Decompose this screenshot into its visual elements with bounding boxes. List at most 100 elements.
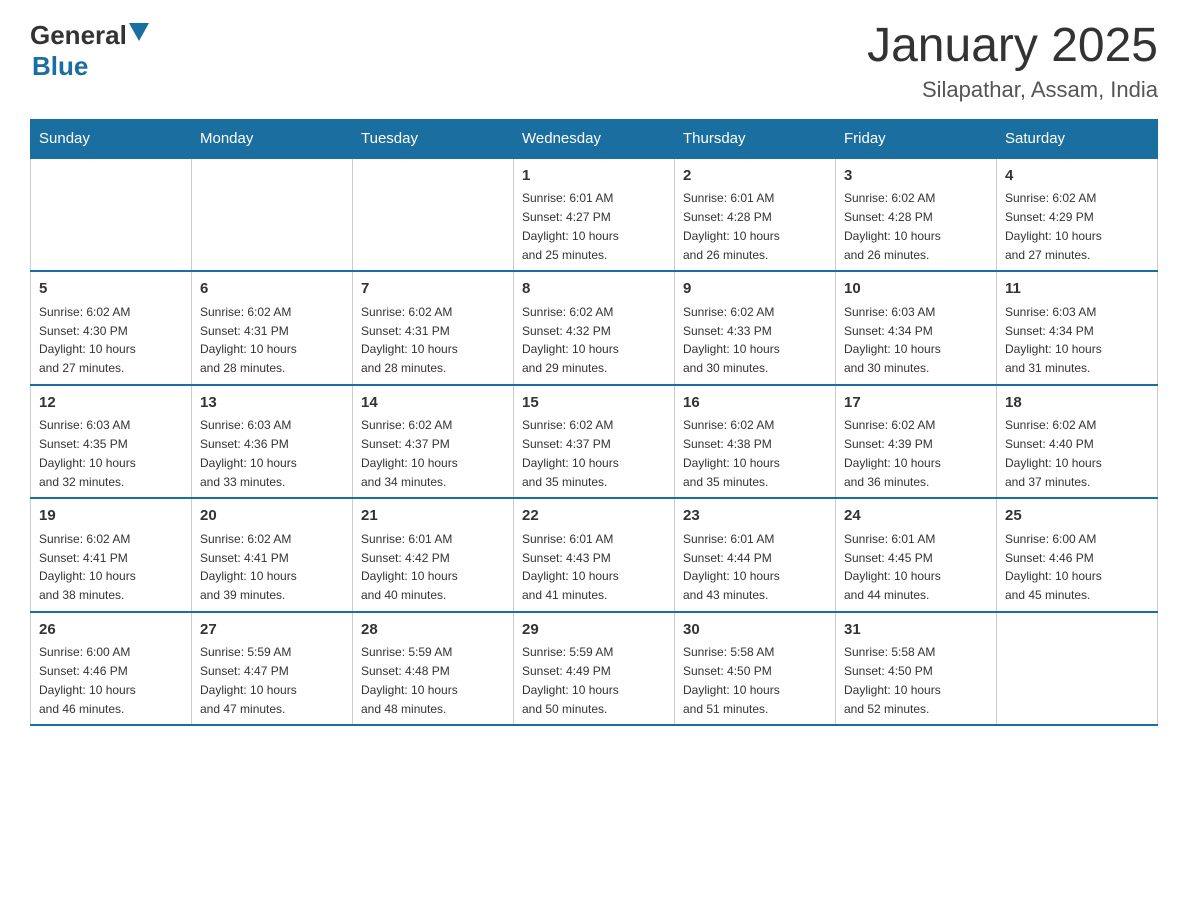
calendar-cell: 23 Sunrise: 6:01 AMSunset: 4:44 PMDayligh… bbox=[675, 498, 836, 612]
calendar-cell: 20 Sunrise: 6:02 AMSunset: 4:41 PMDayligh… bbox=[192, 498, 353, 612]
calendar-cell: 16Sunrise: 6:02 AMSunset: 4:38 PMDayligh… bbox=[675, 385, 836, 499]
calendar-cell: 30 Sunrise: 5:58 AMSunset: 4:50 PMDayligh… bbox=[675, 612, 836, 726]
day-info: Sunrise: 6:03 AMSunset: 4:34 PMDaylight:… bbox=[844, 305, 941, 375]
calendar-cell: 24 Sunrise: 6:01 AMSunset: 4:45 PMDayligh… bbox=[836, 498, 997, 612]
day-info: Sunrise: 6:01 AMSunset: 4:45 PMDaylight:… bbox=[844, 532, 941, 602]
calendar-cell: 6 Sunrise: 6:02 AMSunset: 4:31 PMDaylight… bbox=[192, 271, 353, 385]
day-number: 24 bbox=[844, 505, 988, 528]
day-info: Sunrise: 6:02 AMSunset: 4:37 PMDaylight:… bbox=[522, 418, 619, 488]
calendar-cell: 2Sunrise: 6:01 AMSunset: 4:28 PMDaylight… bbox=[675, 158, 836, 272]
day-info: Sunrise: 5:59 AMSunset: 4:48 PMDaylight:… bbox=[361, 645, 458, 715]
day-info: Sunrise: 6:03 AMSunset: 4:35 PMDaylight:… bbox=[39, 418, 136, 488]
day-number: 6 bbox=[200, 278, 344, 301]
day-info: Sunrise: 6:01 AMSunset: 4:44 PMDaylight:… bbox=[683, 532, 780, 602]
day-number: 19 bbox=[39, 505, 183, 528]
day-number: 11 bbox=[1005, 278, 1149, 301]
day-info: Sunrise: 6:03 AMSunset: 4:34 PMDaylight:… bbox=[1005, 305, 1102, 375]
calendar-cell: 28 Sunrise: 5:59 AMSunset: 4:48 PMDayligh… bbox=[353, 612, 514, 726]
calendar-header-row: SundayMondayTuesdayWednesdayThursdayFrid… bbox=[31, 119, 1158, 158]
day-info: Sunrise: 6:02 AMSunset: 4:31 PMDaylight:… bbox=[200, 305, 297, 375]
day-info: Sunrise: 6:02 AMSunset: 4:30 PMDaylight:… bbox=[39, 305, 136, 375]
day-number: 29 bbox=[522, 619, 666, 642]
day-info: Sunrise: 6:02 AMSunset: 4:41 PMDaylight:… bbox=[200, 532, 297, 602]
calendar-day-header: Thursday bbox=[675, 119, 836, 158]
calendar-cell: 7 Sunrise: 6:02 AMSunset: 4:31 PMDaylight… bbox=[353, 271, 514, 385]
calendar-cell: 25 Sunrise: 6:00 AMSunset: 4:46 PMDayligh… bbox=[997, 498, 1158, 612]
calendar-cell: 18 Sunrise: 6:02 AMSunset: 4:40 PMDayligh… bbox=[997, 385, 1158, 499]
calendar-title: January 2025 bbox=[867, 20, 1158, 73]
day-info: Sunrise: 6:03 AMSunset: 4:36 PMDaylight:… bbox=[200, 418, 297, 488]
calendar-cell: 10 Sunrise: 6:03 AMSunset: 4:34 PMDayligh… bbox=[836, 271, 997, 385]
day-info: Sunrise: 5:59 AMSunset: 4:47 PMDaylight:… bbox=[200, 645, 297, 715]
calendar-cell: 22 Sunrise: 6:01 AMSunset: 4:43 PMDayligh… bbox=[514, 498, 675, 612]
day-number: 2 bbox=[683, 165, 827, 188]
day-number: 20 bbox=[200, 505, 344, 528]
calendar-cell: 21Sunrise: 6:01 AMSunset: 4:42 PMDayligh… bbox=[353, 498, 514, 612]
day-info: Sunrise: 6:02 AMSunset: 4:29 PMDaylight:… bbox=[1005, 191, 1102, 261]
calendar-cell: 11 Sunrise: 6:03 AMSunset: 4:34 PMDayligh… bbox=[997, 271, 1158, 385]
calendar-cell: 9Sunrise: 6:02 AMSunset: 4:33 PMDaylight… bbox=[675, 271, 836, 385]
day-number: 15 bbox=[522, 392, 666, 415]
calendar-cell bbox=[353, 158, 514, 272]
day-info: Sunrise: 6:02 AMSunset: 4:38 PMDaylight:… bbox=[683, 418, 780, 488]
day-number: 14 bbox=[361, 392, 505, 415]
day-number: 18 bbox=[1005, 392, 1149, 415]
calendar-cell: 13 Sunrise: 6:03 AMSunset: 4:36 PMDayligh… bbox=[192, 385, 353, 499]
calendar-day-header: Monday bbox=[192, 119, 353, 158]
day-number: 13 bbox=[200, 392, 344, 415]
day-number: 10 bbox=[844, 278, 988, 301]
day-number: 27 bbox=[200, 619, 344, 642]
logo-general-text: General bbox=[30, 20, 127, 51]
day-number: 31 bbox=[844, 619, 988, 642]
day-number: 12 bbox=[39, 392, 183, 415]
day-info: Sunrise: 5:58 AMSunset: 4:50 PMDaylight:… bbox=[683, 645, 780, 715]
logo-triangle-icon bbox=[129, 23, 149, 41]
calendar-cell: 17 Sunrise: 6:02 AMSunset: 4:39 PMDayligh… bbox=[836, 385, 997, 499]
calendar-day-header: Saturday bbox=[997, 119, 1158, 158]
calendar-cell: 3 Sunrise: 6:02 AMSunset: 4:28 PMDaylight… bbox=[836, 158, 997, 272]
day-info: Sunrise: 6:02 AMSunset: 4:37 PMDaylight:… bbox=[361, 418, 458, 488]
day-number: 30 bbox=[683, 619, 827, 642]
day-number: 17 bbox=[844, 392, 988, 415]
day-number: 9 bbox=[683, 278, 827, 301]
calendar-cell: 15 Sunrise: 6:02 AMSunset: 4:37 PMDayligh… bbox=[514, 385, 675, 499]
day-number: 22 bbox=[522, 505, 666, 528]
day-info: Sunrise: 6:00 AMSunset: 4:46 PMDaylight:… bbox=[39, 645, 136, 715]
day-number: 28 bbox=[361, 619, 505, 642]
day-info: Sunrise: 6:02 AMSunset: 4:28 PMDaylight:… bbox=[844, 191, 941, 261]
calendar-cell: 26 Sunrise: 6:00 AMSunset: 4:46 PMDayligh… bbox=[31, 612, 192, 726]
calendar-cell: 27 Sunrise: 5:59 AMSunset: 4:47 PMDayligh… bbox=[192, 612, 353, 726]
calendar-cell: 19 Sunrise: 6:02 AMSunset: 4:41 PMDayligh… bbox=[31, 498, 192, 612]
calendar-table: SundayMondayTuesdayWednesdayThursdayFrid… bbox=[30, 119, 1158, 727]
calendar-cell: 12 Sunrise: 6:03 AMSunset: 4:35 PMDayligh… bbox=[31, 385, 192, 499]
day-info: Sunrise: 6:00 AMSunset: 4:46 PMDaylight:… bbox=[1005, 532, 1102, 602]
calendar-cell: 31Sunrise: 5:58 AMSunset: 4:50 PMDayligh… bbox=[836, 612, 997, 726]
calendar-week-row: 12 Sunrise: 6:03 AMSunset: 4:35 PMDayligh… bbox=[31, 385, 1158, 499]
day-info: Sunrise: 5:59 AMSunset: 4:49 PMDaylight:… bbox=[522, 645, 619, 715]
day-info: Sunrise: 6:02 AMSunset: 4:39 PMDaylight:… bbox=[844, 418, 941, 488]
day-number: 3 bbox=[844, 165, 988, 188]
day-number: 26 bbox=[39, 619, 183, 642]
calendar-day-header: Wednesday bbox=[514, 119, 675, 158]
calendar-title-block: January 2025 Silapathar, Assam, India bbox=[867, 20, 1158, 103]
day-info: Sunrise: 6:01 AMSunset: 4:27 PMDaylight:… bbox=[522, 191, 619, 261]
calendar-day-header: Sunday bbox=[31, 119, 192, 158]
calendar-cell bbox=[192, 158, 353, 272]
calendar-subtitle: Silapathar, Assam, India bbox=[867, 77, 1158, 103]
day-info: Sunrise: 6:02 AMSunset: 4:40 PMDaylight:… bbox=[1005, 418, 1102, 488]
day-info: Sunrise: 6:01 AMSunset: 4:43 PMDaylight:… bbox=[522, 532, 619, 602]
calendar-cell: 5Sunrise: 6:02 AMSunset: 4:30 PMDaylight… bbox=[31, 271, 192, 385]
calendar-week-row: 26 Sunrise: 6:00 AMSunset: 4:46 PMDayligh… bbox=[31, 612, 1158, 726]
calendar-cell: 4Sunrise: 6:02 AMSunset: 4:29 PMDaylight… bbox=[997, 158, 1158, 272]
calendar-week-row: 1 Sunrise: 6:01 AMSunset: 4:27 PMDaylight… bbox=[31, 158, 1158, 272]
calendar-week-row: 19 Sunrise: 6:02 AMSunset: 4:41 PMDayligh… bbox=[31, 498, 1158, 612]
day-info: Sunrise: 6:02 AMSunset: 4:31 PMDaylight:… bbox=[361, 305, 458, 375]
day-number: 1 bbox=[522, 165, 666, 188]
day-number: 23 bbox=[683, 505, 827, 528]
day-number: 7 bbox=[361, 278, 505, 301]
calendar-cell: 29 Sunrise: 5:59 AMSunset: 4:49 PMDayligh… bbox=[514, 612, 675, 726]
day-number: 25 bbox=[1005, 505, 1149, 528]
calendar-cell: 8Sunrise: 6:02 AMSunset: 4:32 PMDaylight… bbox=[514, 271, 675, 385]
calendar-day-header: Friday bbox=[836, 119, 997, 158]
day-info: Sunrise: 6:02 AMSunset: 4:41 PMDaylight:… bbox=[39, 532, 136, 602]
